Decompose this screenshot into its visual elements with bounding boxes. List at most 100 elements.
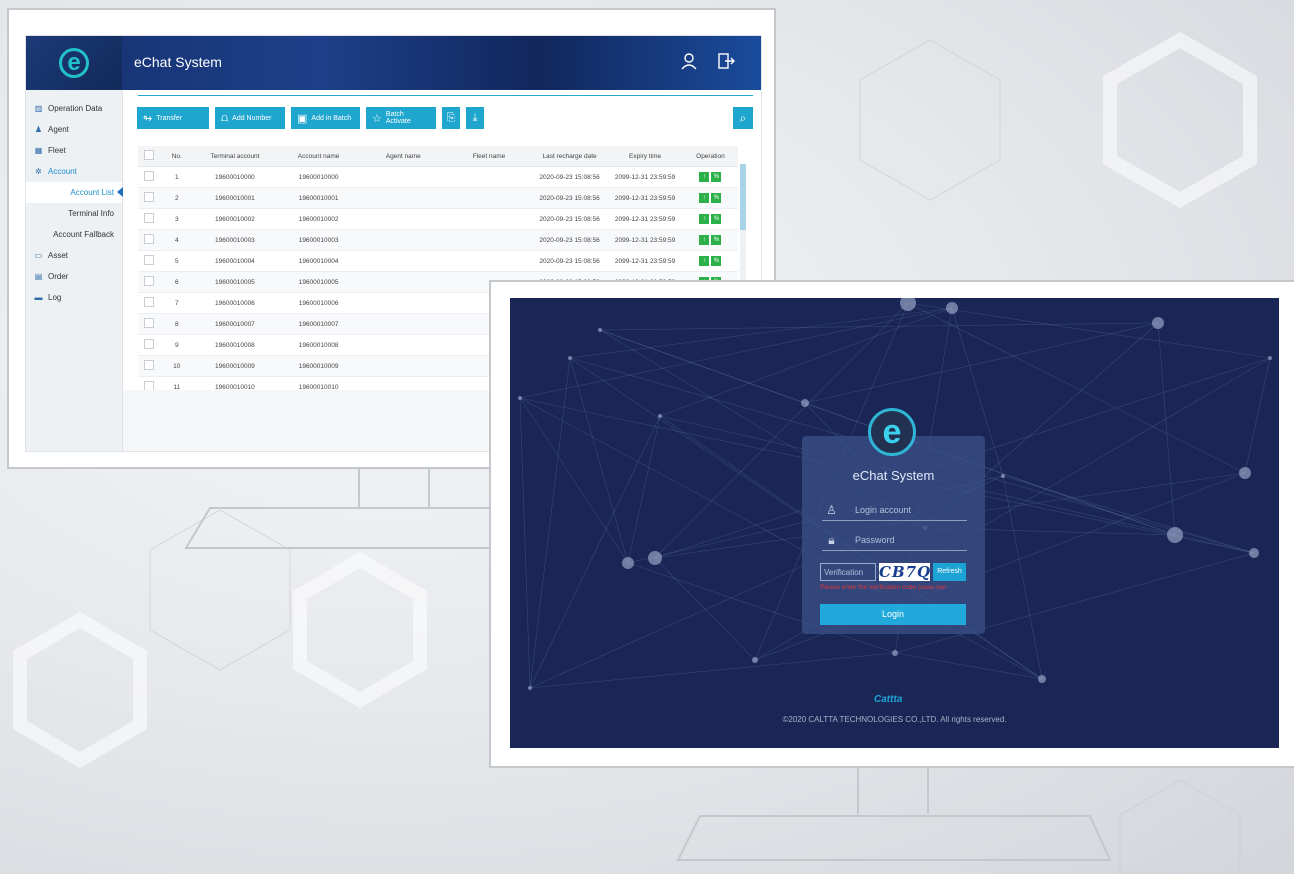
- column-header[interactable]: Last recharge date: [531, 146, 608, 167]
- sidebar-subitem-account-fallback[interactable]: Account Fallback: [26, 224, 122, 245]
- app-title: eChat System: [134, 54, 222, 70]
- cell-last-recharge: 2020-09-23 15:08:56: [531, 187, 608, 209]
- row-checkbox[interactable]: [144, 297, 155, 307]
- link-icon[interactable]: %: [711, 214, 722, 224]
- login-button[interactable]: Login: [820, 604, 966, 625]
- row-checkbox[interactable]: [144, 360, 155, 370]
- link-icon[interactable]: %: [711, 172, 722, 182]
- cell-no: 4: [160, 229, 194, 251]
- scrollbar-thumb[interactable]: [740, 164, 746, 230]
- login-account-input[interactable]: [853, 504, 967, 516]
- edit-icon[interactable]: ↑: [699, 193, 710, 203]
- agent-icon: ♟: [34, 125, 43, 134]
- network-node: [528, 686, 532, 690]
- sidebar-item-operation-data[interactable]: ▥ Operation Data: [26, 98, 122, 119]
- sidebar-item-account[interactable]: ✲ Account: [26, 161, 122, 182]
- sidebar-item-fleet[interactable]: ▦ Fleet: [26, 140, 122, 161]
- logout-icon[interactable]: [716, 52, 736, 72]
- cell-agent-name: [360, 313, 447, 335]
- export-button[interactable]: ⎘: [442, 107, 460, 129]
- column-header[interactable]: Operation: [682, 146, 738, 167]
- link-icon[interactable]: %: [711, 256, 722, 266]
- app-header: e eChat System: [26, 36, 761, 90]
- network-node: [1152, 317, 1164, 329]
- add-number-button[interactable]: ⩍ Add Number: [215, 107, 285, 129]
- link-icon[interactable]: %: [711, 235, 722, 245]
- transfer-label: Transfer: [156, 114, 183, 122]
- row-checkbox[interactable]: [144, 339, 155, 349]
- sidebar-item-asset[interactable]: ▭ Asset: [26, 245, 122, 266]
- cell-select: [138, 187, 161, 209]
- cell-terminal-account: 19600010002: [193, 208, 277, 230]
- cell-last-recharge: 2020-09-23 15:08:56: [531, 229, 608, 251]
- sidebar-item-label: Order: [48, 272, 69, 281]
- column-header[interactable]: Expiry time: [607, 146, 683, 167]
- network-line: [519, 397, 629, 564]
- cell-operation: ↑%: [682, 208, 738, 230]
- table-row[interactable]: 4 19600010003 19600010003 2020-09-23 15:08:…: [138, 229, 738, 251]
- row-checkbox[interactable]: [144, 192, 155, 202]
- captcha-image[interactable]: CB7Q: [879, 563, 930, 581]
- sidebar-item-order[interactable]: ▤ Order: [26, 266, 122, 287]
- network-line: [569, 357, 629, 564]
- cell-expiry-time: 2099-12-31 23:59:59: [607, 187, 683, 209]
- network-node: [892, 650, 898, 656]
- column-header[interactable]: Terminal account: [193, 146, 277, 167]
- column-header[interactable]: Fleet name: [446, 146, 532, 167]
- export-icon: ⎘: [446, 111, 456, 124]
- cell-account-name: 19600010004: [276, 250, 361, 272]
- cell-agent-name: [360, 166, 447, 188]
- row-checkbox[interactable]: [144, 276, 155, 286]
- edit-icon[interactable]: ↑: [699, 235, 710, 245]
- cell-no: 9: [160, 334, 194, 356]
- table-row[interactable]: 5 19600010004 19600010004 2020-09-23 15:08:…: [138, 250, 738, 272]
- cell-terminal-account: 19600010004: [193, 250, 277, 272]
- network-line: [654, 557, 756, 661]
- chart-icon: ▥: [34, 104, 43, 113]
- edit-icon[interactable]: ↑: [699, 172, 710, 182]
- login-account-field: ♙: [822, 500, 967, 521]
- batch-activate-button[interactable]: ☆ Batch Activate: [366, 107, 436, 129]
- row-checkbox[interactable]: [144, 255, 155, 265]
- cell-no: 8: [160, 313, 194, 335]
- edit-icon[interactable]: ↑: [699, 256, 710, 266]
- link-icon[interactable]: %: [711, 193, 722, 203]
- cell-account-name: 19600010009: [276, 355, 361, 377]
- row-checkbox[interactable]: [144, 213, 155, 223]
- column-header[interactable]: Account name: [276, 146, 361, 167]
- cell-select: [138, 166, 161, 188]
- refresh-button[interactable]: Refresh: [933, 563, 966, 581]
- cell-last-recharge: 2020-09-23 15:08:56: [531, 208, 608, 230]
- user-icon[interactable]: [679, 52, 699, 72]
- network-line: [599, 322, 1159, 331]
- network-line: [1002, 475, 1255, 554]
- sidebar-item-log[interactable]: ▬ Log: [26, 287, 122, 308]
- cell-terminal-account: 19600010005: [193, 271, 277, 293]
- table-row[interactable]: 2 19600010001 19600010001 2020-09-23 15:08:…: [138, 187, 738, 209]
- network-node: [801, 399, 809, 407]
- row-checkbox[interactable]: [144, 171, 155, 181]
- column-header[interactable]: Agent name: [360, 146, 447, 167]
- edit-icon[interactable]: ↑: [699, 214, 710, 224]
- sidebar: ▥ Operation Data ♟ Agent ▦ Fleet ✲ Account A…: [26, 90, 123, 451]
- sidebar-subitem-terminal-info[interactable]: Terminal Info: [26, 203, 122, 224]
- sidebar-item-label: Agent: [48, 125, 69, 134]
- add-in-batch-button[interactable]: ▣ Add in Batch: [291, 107, 360, 129]
- sidebar-subitem-account-list[interactable]: Account List: [26, 182, 123, 203]
- sidebar-item-agent[interactable]: ♟ Agent: [26, 119, 122, 140]
- transfer-button[interactable]: ↬ Transfer: [137, 107, 209, 129]
- network-node: [1001, 474, 1005, 478]
- cell-select: [138, 292, 161, 314]
- table-row[interactable]: 3 19600010002 19600010002 2020-09-23 15:08:…: [138, 208, 738, 230]
- table-header-row: No. Terminal account Account name Agent …: [138, 146, 738, 167]
- row-checkbox[interactable]: [144, 318, 155, 328]
- select-all-checkbox[interactable]: [144, 150, 155, 160]
- download-button[interactable]: ⤓: [466, 107, 484, 129]
- search-button[interactable]: ⌕: [733, 107, 753, 129]
- column-header[interactable]: No.: [160, 146, 194, 167]
- row-checkbox[interactable]: [144, 234, 155, 244]
- table-row[interactable]: 1 19600010000 19600010000 2020-09-23 15:08:…: [138, 166, 738, 188]
- login-monitor-stand: [676, 815, 1112, 861]
- verification-input[interactable]: [820, 563, 876, 581]
- password-input[interactable]: [853, 534, 967, 546]
